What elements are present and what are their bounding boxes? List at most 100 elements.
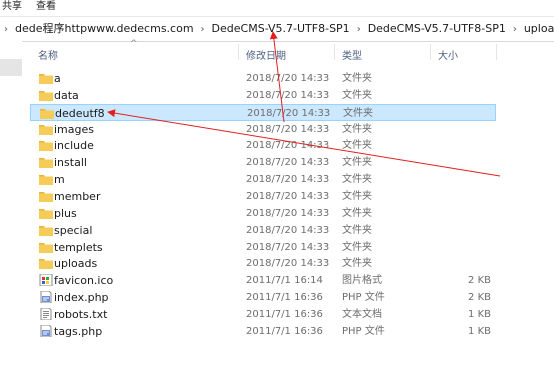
file-name: tags.php xyxy=(54,324,103,338)
file-type: 文件夹 xyxy=(342,190,372,202)
file-type: 文件夹 xyxy=(342,258,372,270)
file-modified-date: 2018/7/20 14:33 xyxy=(246,190,330,202)
breadcrumb-item-dede[interactable]: dede程序httpwww.dedecms.com xyxy=(14,22,195,35)
menu-share[interactable]: 共享 xyxy=(2,0,22,13)
image-file-icon xyxy=(39,273,53,287)
file-type: PHP 文件 xyxy=(342,292,385,304)
breadcrumb-item-dedecms-1[interactable]: DedeCMS-V5.7-UTF8-SP1 xyxy=(211,22,351,35)
file-row[interactable]: images 2018/7/20 14:33 文件夹 xyxy=(30,121,496,138)
file-type: 文件夹 xyxy=(342,174,372,186)
file-type: PHP 文件 xyxy=(342,325,385,337)
folder-icon xyxy=(39,224,53,236)
column-divider[interactable] xyxy=(496,44,497,60)
file-modified-date: 2011/7/1 16:14 xyxy=(246,275,323,287)
file-size: 2 KB xyxy=(468,275,491,287)
file-row[interactable]: favicon.ico 2011/7/1 16:14 图片格式 2 KB xyxy=(30,272,496,289)
folder-icon xyxy=(39,139,53,152)
file-modified-date: 2018/7/20 14:33 xyxy=(246,140,330,152)
column-header-size[interactable]: 大小 xyxy=(438,47,458,62)
file-row[interactable]: index.php 2011/7/1 16:36 PHP 文件 2 KB xyxy=(30,289,496,306)
file-row-selected[interactable]: dedeutf8 2018/7/20 14:33 文件夹 xyxy=(30,103,496,121)
file-name: robots.txt xyxy=(54,307,108,321)
file-row[interactable]: robots.txt 2011/7/1 16:36 文本文档 1 KB xyxy=(30,306,496,323)
folder-icon xyxy=(39,241,53,253)
file-row[interactable]: templets 2018/7/20 14:33 文件夹 xyxy=(30,239,496,256)
breadcrumb-item-uploads[interactable]: uploads xyxy=(523,22,554,35)
file-type: 文件夹 xyxy=(343,107,373,119)
file-modified-date: 2018/7/20 14:33 xyxy=(246,123,330,135)
folder-icon xyxy=(39,173,53,186)
column-header-row: ^ 名称 修改日期 类型 大小 xyxy=(30,39,554,63)
navigation-pane xyxy=(0,41,22,370)
file-row[interactable]: tags.php 2011/7/1 16:36 PHP 文件 1 KB xyxy=(30,323,496,340)
file-name: member xyxy=(54,189,101,203)
file-modified-date: 2018/7/20 14:33 xyxy=(246,89,330,101)
file-name: include xyxy=(54,139,94,153)
breadcrumb-separator[interactable]: › xyxy=(357,24,361,35)
file-type: 文件夹 xyxy=(342,157,372,169)
address-bar[interactable]: › dede程序httpwww.dedecms.com › DedeCMS-V5.7-… xyxy=(0,16,554,42)
file-row[interactable]: include 2018/7/20 14:33 文件夹 xyxy=(30,137,496,154)
breadcrumb-separator[interactable]: › xyxy=(513,24,517,35)
php-file-icon xyxy=(39,290,53,304)
sort-ascending-icon: ^ xyxy=(130,39,138,49)
file-modified-date: 2018/7/20 14:33 xyxy=(246,258,330,270)
file-row[interactable]: member 2018/7/20 14:33 文件夹 xyxy=(30,188,496,205)
file-modified-date: 2018/7/20 14:33 xyxy=(246,241,330,253)
file-name: data xyxy=(54,88,79,102)
menu-view[interactable]: 查看 xyxy=(36,0,56,13)
file-modified-date: 2018/7/20 14:33 xyxy=(246,224,330,236)
file-row[interactable]: uploads 2018/7/20 14:33 文件夹 xyxy=(30,255,496,272)
file-type: 文件夹 xyxy=(342,123,372,135)
file-type: 文件夹 xyxy=(342,241,372,253)
column-divider[interactable] xyxy=(430,44,431,60)
file-modified-date: 2018/7/20 14:33 xyxy=(246,207,330,219)
breadcrumb-item-dedecms-2[interactable]: DedeCMS-V5.7-UTF8-SP1 xyxy=(367,22,507,35)
file-type: 图片格式 xyxy=(342,275,382,287)
file-name: uploads xyxy=(54,257,98,271)
column-header-type[interactable]: 类型 xyxy=(342,47,362,62)
breadcrumb: › dede程序httpwww.dedecms.com › DedeCMS-V5.7-… xyxy=(4,21,554,38)
file-type: 文件夹 xyxy=(342,140,372,152)
file-row[interactable]: data 2018/7/20 14:33 文件夹 xyxy=(30,87,496,104)
column-divider[interactable] xyxy=(334,44,335,60)
php-file-icon xyxy=(39,324,53,338)
file-modified-date: 2011/7/1 16:36 xyxy=(246,325,323,337)
file-type: 文本文档 xyxy=(342,308,382,320)
menu-bar: 共享 查看 xyxy=(0,0,554,14)
folder-icon xyxy=(39,89,53,101)
file-modified-date: 2011/7/1 16:36 xyxy=(246,308,323,320)
breadcrumb-separator: › xyxy=(4,24,8,35)
folder-icon xyxy=(39,190,53,202)
file-modified-date: 2018/7/20 14:33 xyxy=(246,174,330,186)
folder-icon xyxy=(40,107,54,119)
file-size: 1 KB xyxy=(468,308,491,320)
folder-icon xyxy=(39,257,53,270)
file-type: 文件夹 xyxy=(342,89,372,101)
navigation-pane-selected-item[interactable] xyxy=(0,59,22,76)
file-name: m xyxy=(54,173,65,187)
file-name: a xyxy=(54,72,61,85)
file-name: favicon.ico xyxy=(54,274,114,288)
file-name: templets xyxy=(54,240,103,254)
file-name: special xyxy=(54,223,93,237)
folder-icon xyxy=(39,156,53,169)
column-header-date[interactable]: 修改日期 xyxy=(246,47,286,62)
file-row[interactable]: install 2018/7/20 14:33 文件夹 xyxy=(30,154,496,171)
file-row[interactable]: special 2018/7/20 14:33 文件夹 xyxy=(30,222,496,239)
column-divider[interactable] xyxy=(238,44,239,60)
file-type: 文件夹 xyxy=(342,224,372,236)
file-type: 文件夹 xyxy=(342,207,372,219)
text-file-icon xyxy=(39,307,53,321)
file-row[interactable]: m 2018/7/20 14:33 文件夹 xyxy=(30,171,496,188)
file-row[interactable]: a 2018/7/20 14:33 文件夹 xyxy=(30,70,496,87)
folder-icon xyxy=(39,207,53,219)
folder-icon xyxy=(39,123,53,135)
file-modified-date: 2018/7/20 14:33 xyxy=(246,73,330,84)
file-size: 1 KB xyxy=(468,325,491,337)
file-name: dedeutf8 xyxy=(55,106,105,120)
breadcrumb-separator[interactable]: › xyxy=(201,24,205,35)
file-row[interactable]: plus 2018/7/20 14:33 文件夹 xyxy=(30,205,496,222)
file-type: 文件夹 xyxy=(342,73,372,84)
column-header-name[interactable]: 名称 xyxy=(38,47,58,62)
